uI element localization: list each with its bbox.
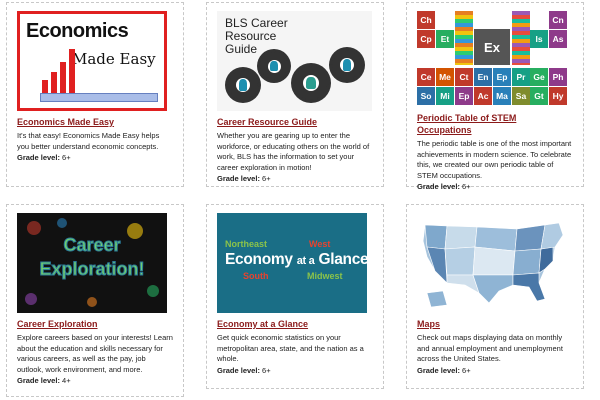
element-tile: Gt: [530, 87, 548, 105]
econ-bar: [51, 72, 57, 94]
grade-value: 6+: [262, 365, 271, 375]
element-tile: Ge: [530, 68, 548, 86]
card-description: The periodic table is one of the most im…: [417, 139, 572, 180]
grade-label: Grade level:: [17, 376, 60, 385]
economy-at-a-glance-image[interactable]: Northeast West Economy at a Glance South…: [217, 213, 367, 313]
element-tile: So: [417, 87, 435, 105]
element-tile: Me: [436, 68, 454, 86]
econ-bar: [69, 49, 75, 94]
econ-base-bar: [40, 93, 158, 102]
grade-level: Grade level: 6+: [417, 182, 573, 192]
element-tile: Cp: [417, 30, 435, 48]
us-map-image[interactable]: [417, 213, 567, 313]
link-career-resource-guide[interactable]: Career Resource Guide: [217, 116, 373, 128]
card-career-exploration: Career Exploration! Career Exploration E…: [6, 204, 184, 397]
element-tile: Ch: [417, 11, 435, 29]
grade-label: Grade level:: [417, 182, 460, 191]
grade-level: Grade level: 4+: [17, 376, 173, 386]
econ-image-title: Economics: [26, 20, 129, 42]
element-tile: Ac: [474, 87, 492, 105]
link-maps[interactable]: Maps: [417, 318, 573, 330]
grade-label: Grade level:: [417, 365, 460, 375]
eag-word: at a: [296, 255, 315, 267]
element-tile: Ma: [493, 87, 511, 105]
gear-icon: [257, 49, 291, 83]
grade-label: Grade level:: [217, 365, 260, 375]
grade-value: 4+: [62, 376, 71, 385]
element-tile: Sa: [512, 87, 530, 105]
link-career-exploration[interactable]: Career Exploration: [17, 318, 173, 330]
element-tile: Et: [436, 30, 454, 48]
periodic-table-image[interactable]: Ch Cn Cp Et Is As Ex Ce Me Ct En Ep Pr G…: [417, 11, 567, 107]
bokeh-dot: [147, 285, 159, 297]
element-tile: Is: [530, 30, 548, 48]
grade-label: Grade level:: [217, 174, 260, 183]
grade-label: Grade level:: [17, 153, 60, 162]
card-description: It's that easy! Economics Made Easy help…: [17, 131, 160, 151]
eag-word: Economy: [225, 251, 293, 268]
element-tile: Ce: [417, 68, 435, 86]
region-west: West: [309, 239, 331, 249]
grade-value: 6+: [262, 174, 271, 183]
link-economy-at-a-glance[interactable]: Economy at a Glance: [217, 318, 373, 330]
region-northeast: Northeast: [225, 239, 268, 249]
grade-level: Grade level: 6+: [217, 174, 373, 184]
grade-level: Grade level: 6+: [17, 153, 173, 163]
econ-bar: [42, 80, 48, 94]
grade-value: 6+: [462, 365, 471, 375]
econ-image-subtitle: Made Easy: [72, 50, 156, 68]
grade-value: 6+: [62, 153, 71, 162]
career-resource-guide-image[interactable]: BLS Career Resource Guide: [217, 11, 372, 111]
gear-icon: [329, 47, 365, 83]
grade-level: Grade level: 6+: [417, 366, 573, 376]
bokeh-dot: [87, 297, 97, 307]
element-tile: Ex: [474, 29, 510, 65]
eag-word: Glance: [318, 251, 367, 268]
region-midwest: Midwest: [307, 271, 343, 281]
us-map-icon: [422, 222, 564, 308]
gear-icon: [291, 63, 331, 103]
element-tile: En: [474, 68, 492, 86]
element-tile-small: [455, 11, 473, 65]
region-south: South: [243, 271, 269, 281]
econ-bar: [60, 62, 66, 94]
card-career-resource-guide: BLS Career Resource Guide Career Resourc…: [206, 2, 384, 187]
card-description: Explore careers based on your interests!…: [17, 333, 173, 374]
career-image-title: Career: [63, 235, 121, 256]
eag-image-title: Economy at a Glance: [225, 251, 367, 269]
card-economics-made-easy: Economics Made Easy Economics Made Easy …: [6, 2, 184, 187]
bokeh-dot: [25, 293, 37, 305]
element-tile: Ep: [493, 68, 511, 86]
card-maps: Maps Check out maps displaying data on m…: [406, 204, 584, 389]
card-periodic-table: Ch Cn Cp Et Is As Ex Ce Me Ct En Ep Pr G…: [406, 2, 584, 191]
bls-image-title: BLS Career Resource Guide: [225, 16, 288, 56]
economics-made-easy-image[interactable]: Economics Made Easy: [17, 11, 167, 111]
element-tile-small: [512, 11, 530, 65]
career-exploration-image[interactable]: Career Exploration!: [17, 213, 167, 313]
element-tile: Hy: [549, 87, 567, 105]
card-description: Get quick economic statistics on your me…: [217, 333, 364, 363]
gear-icon: [225, 67, 261, 103]
bokeh-dot: [57, 218, 67, 228]
card-description: Check out maps displaying data on monthl…: [417, 333, 563, 363]
link-periodic-table[interactable]: Periodic Table of STEM Occupations: [417, 112, 573, 136]
element-tile: Ct: [455, 68, 473, 86]
grade-value: 6+: [462, 182, 471, 191]
bokeh-dot: [27, 221, 41, 235]
element-tile: Mi: [436, 87, 454, 105]
element-tile: As: [549, 30, 567, 48]
grade-level: Grade level: 6+: [217, 366, 373, 376]
element-tile: Cn: [549, 11, 567, 29]
card-economy-at-a-glance: Northeast West Economy at a Glance South…: [206, 204, 384, 389]
element-tile: Ep: [455, 87, 473, 105]
element-tile: Ph: [549, 68, 567, 86]
element-tile: Pr: [512, 68, 530, 86]
career-image-subtitle: Exploration!: [39, 259, 145, 280]
link-economics-made-easy[interactable]: Economics Made Easy: [17, 116, 173, 128]
card-description: Whether you are gearing up to enter the …: [217, 131, 370, 172]
